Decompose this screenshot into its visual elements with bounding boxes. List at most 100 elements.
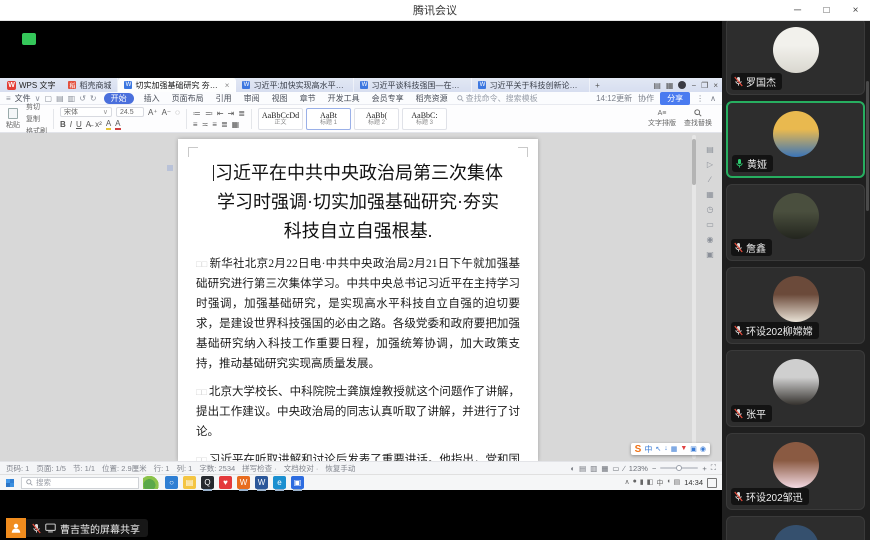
command-search[interactable]: 查找命令、搜索模板 xyxy=(457,93,538,104)
taskbar-app-edge[interactable]: e xyxy=(273,476,286,489)
side-tool-icon[interactable]: ▦ xyxy=(706,190,714,199)
wps-minimize-button[interactable]: − xyxy=(691,81,696,90)
side-tool-icon[interactable]: ▷ xyxy=(707,160,713,169)
caption-tab[interactable]: 稻稻壳商城 xyxy=(62,78,118,92)
taskbar-search[interactable]: 搜索 xyxy=(21,477,139,489)
start-button[interactable] xyxy=(3,477,17,489)
maximize-button[interactable]: □ xyxy=(812,0,841,21)
line-spacing-button[interactable]: ≣ xyxy=(238,109,245,118)
vertical-scrollbar[interactable] xyxy=(692,135,696,459)
menu-item-开始[interactable]: 开始 xyxy=(104,93,134,104)
menu-item-开发工具[interactable]: 开发工具 xyxy=(326,93,362,104)
print-icon[interactable]: ▤ xyxy=(56,94,64,103)
text-layout-button[interactable]: A≡ 文字排版 xyxy=(648,109,676,128)
participant-tile[interactable]: 环设202柳嫦嫦 xyxy=(726,267,865,344)
taskbar-app-favorites[interactable]: ♥ xyxy=(219,476,232,489)
tray-icon[interactable]: ◧ xyxy=(647,478,654,488)
indent-button[interactable]: ⇥ xyxy=(228,109,235,118)
participant-tile[interactable]: 詹鑫 xyxy=(726,184,865,261)
font-name-select[interactable]: 宋体∨ xyxy=(60,107,112,117)
side-tool-icon[interactable]: ◷ xyxy=(707,205,714,214)
tray-icon[interactable]: 中 xyxy=(656,478,663,488)
notification-icon[interactable] xyxy=(707,478,717,488)
bold-button[interactable]: B xyxy=(60,120,66,129)
side-tool-icon[interactable]: ▭ xyxy=(706,220,714,229)
share-button[interactable]: 分享 xyxy=(660,92,690,105)
underline-button[interactable]: U xyxy=(76,120,82,129)
tab-close-icon[interactable]: × xyxy=(223,81,230,90)
justify-button[interactable]: ≣ xyxy=(221,120,228,129)
fullscreen-button[interactable]: ⛶ xyxy=(711,463,716,473)
participant-tile[interactable]: 张平 xyxy=(726,350,865,427)
redo-icon[interactable]: ↻ xyxy=(90,94,97,103)
font-color-button[interactable]: A xyxy=(115,119,120,130)
taskbar-app-explorer[interactable]: ▤ xyxy=(183,476,196,489)
copy-button[interactable]: 复制 xyxy=(26,114,40,124)
menu-item-会员专享[interactable]: 会员专享 xyxy=(370,93,406,104)
caption-tab[interactable]: W习近平谈科技强国—在两院院士大会上 xyxy=(354,78,472,92)
side-tool-icon[interactable]: ◉ xyxy=(707,235,714,244)
menu-item-审阅[interactable]: 审阅 xyxy=(242,93,262,104)
view-web-icon[interactable]: ▥ xyxy=(590,464,597,473)
zoom-level[interactable]: 123% xyxy=(629,464,648,473)
collab-button[interactable]: 协作 xyxy=(638,93,654,104)
zoom-in-button[interactable]: + xyxy=(702,464,706,473)
align-center-button[interactable]: ≍ xyxy=(202,120,209,129)
side-tool-icon[interactable]: ∕ xyxy=(709,175,710,184)
superscript-button[interactable]: x² xyxy=(95,120,102,129)
caption-tab[interactable]: W习近平关于科技创新论述摘编.docx xyxy=(472,78,590,92)
participant-tile[interactable]: 环设202邹迅 xyxy=(726,433,865,510)
close-button[interactable]: × xyxy=(841,0,870,21)
menu-item-章节[interactable]: 章节 xyxy=(298,93,318,104)
tray-clock[interactable]: 14:34 xyxy=(684,478,703,487)
menu-item-页面布局[interactable]: 页面布局 xyxy=(170,93,206,104)
edit-pen-icon[interactable]: ∕ xyxy=(624,464,625,473)
user-avatar[interactable] xyxy=(678,81,686,89)
font-size-select[interactable]: 24.5 xyxy=(116,107,144,117)
menu-item-插入[interactable]: 插入 xyxy=(142,93,162,104)
shrink-font-button[interactable]: A⁻ xyxy=(162,108,172,117)
find-replace-button[interactable]: 查找替换 xyxy=(684,109,712,128)
ime-toolbar[interactable]: S 中 ↖↓▦▼▣◉ xyxy=(631,443,710,455)
wps-app-menu[interactable]: W WPS 文字 xyxy=(0,78,62,92)
minimize-button[interactable]: ─ xyxy=(783,0,812,21)
style-card[interactable]: AaBb(标题 2 xyxy=(354,108,399,130)
align-right-button[interactable]: ≡ xyxy=(212,120,217,129)
style-card[interactable]: AaBbC:标题 3 xyxy=(402,108,447,130)
view-page-icon[interactable]: ▤ xyxy=(579,464,586,473)
skin-icon[interactable]: ▦ xyxy=(666,81,674,90)
wps-restore-button[interactable]: ❐ xyxy=(701,81,708,90)
taskbar-app-meeting[interactable]: ▣ xyxy=(291,476,304,489)
ime-tool-icon[interactable]: ▼ xyxy=(680,445,687,453)
doc-page[interactable]: 习近平在中共中央政治局第三次集体学习时强调·切实加强基础研究·夯实科技自立自强根… xyxy=(178,139,538,461)
undo-icon[interactable]: ↺ xyxy=(79,94,86,103)
number-list-button[interactable]: ≕ xyxy=(205,109,213,118)
zoom-slider[interactable] xyxy=(660,467,698,469)
weather-widget[interactable] xyxy=(143,476,159,489)
ime-tool-icon[interactable]: ◉ xyxy=(700,445,706,453)
clear-format-button[interactable]: ◌ xyxy=(175,108,180,117)
taskbar-app-qq[interactable]: Q xyxy=(201,476,214,489)
taskbar-app-browser[interactable]: ○ xyxy=(165,476,178,489)
hamburger-icon[interactable]: ≡ xyxy=(6,94,11,103)
collapse-ribbon-icon[interactable]: ∧ xyxy=(710,94,716,103)
new-tab-button[interactable]: + xyxy=(590,78,604,92)
sidebar-scrollbar[interactable] xyxy=(866,81,869,211)
bullet-list-button[interactable]: ≔ xyxy=(193,109,201,118)
style-card[interactable]: AaBt标题 1 xyxy=(306,108,351,130)
highlight-button[interactable]: A xyxy=(106,119,111,130)
tray-icon[interactable]: ● xyxy=(633,478,637,488)
tray-icon[interactable]: ▮ xyxy=(640,478,644,488)
menu-item-视图[interactable]: 视图 xyxy=(270,93,290,104)
more-icon[interactable]: ⋮ xyxy=(696,94,704,103)
taskbar-app-wps[interactable]: W xyxy=(237,476,250,489)
shading-button[interactable]: ▦ xyxy=(232,120,240,129)
tray-icon[interactable]: ▤ xyxy=(674,478,681,488)
side-tool-icon[interactable]: ▤ xyxy=(706,145,714,154)
view-read-icon[interactable]: ▭ xyxy=(612,464,619,473)
align-left-button[interactable]: ≡ xyxy=(193,120,198,129)
ime-mode-chinese[interactable]: 中 xyxy=(644,444,652,455)
participant-tile[interactable]: 黄娅 xyxy=(726,101,865,178)
menu-item-引用[interactable]: 引用 xyxy=(214,93,234,104)
ime-tool-icon[interactable]: ↖ xyxy=(655,445,661,453)
